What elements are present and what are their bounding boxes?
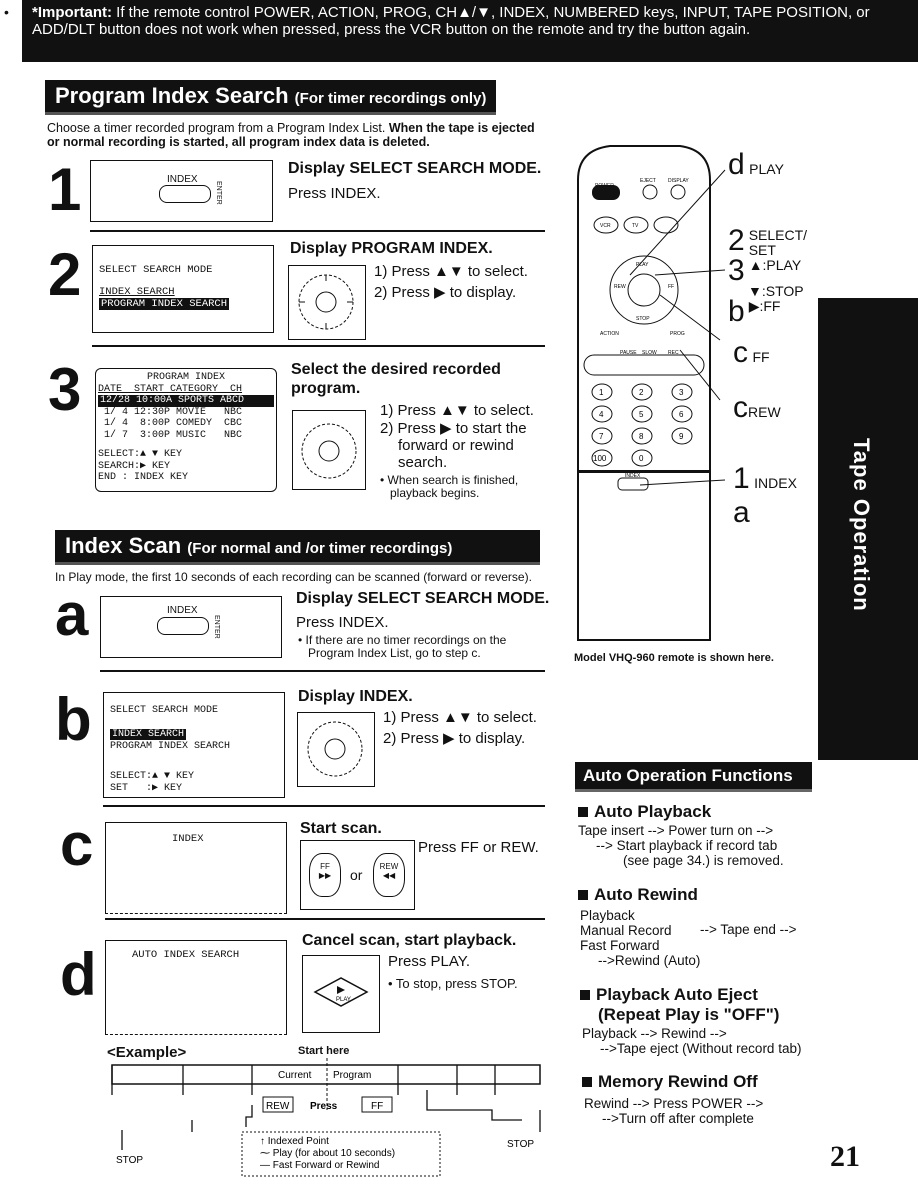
direction-pad-icon	[297, 712, 375, 787]
svg-text:REW: REW	[266, 1101, 290, 1112]
step-text: Press FF or REW.	[418, 839, 539, 856]
step-text: Press INDEX.	[296, 614, 389, 631]
auto-index-search-screen: AUTO INDEX SEARCH	[105, 940, 287, 1035]
index-key-icon	[157, 617, 209, 635]
step-number: b	[55, 686, 92, 753]
auto-rewind-result: --> Tape end -->	[700, 922, 797, 937]
program-row[interactable]: 1/ 4 8:00P COMEDY CBC	[98, 418, 274, 430]
step-number: a	[55, 581, 89, 648]
step-instructions: 1) Press ▲▼ to select. 2) Press ▶ to disp…	[383, 709, 537, 747]
step-title: Display SELECT SEARCH MODE.	[296, 590, 550, 607]
program-index-heading: Program Index Search (For timer recordin…	[45, 80, 497, 115]
index-scan-intro: In Play mode, the first 10 seconds of ea…	[55, 570, 532, 584]
step-number: 2	[48, 241, 82, 308]
step-number: d	[60, 941, 97, 1008]
svg-text:STOP: STOP	[507, 1139, 534, 1150]
step-number: 1	[48, 156, 82, 223]
callout-a: a	[733, 496, 750, 529]
program-row[interactable]: 1/ 4 12:30P MOVIE NBC	[98, 407, 274, 419]
step-instructions: 1) Press ▲▼ to select. 2) Press ▶ to disp…	[374, 263, 528, 301]
program-label: Program	[333, 1070, 371, 1081]
remote-caption: Model VHQ-960 remote is shown here.	[574, 652, 774, 664]
svg-text:↑ Indexed Point: ↑ Indexed Point	[260, 1136, 329, 1147]
section-tab: Tape Operation	[818, 298, 918, 760]
svg-text:FF: FF	[371, 1101, 383, 1112]
auto-playback-text: Tape insert --> Power turn on --> --> Sta…	[578, 823, 784, 868]
program-index-screen: PROGRAM INDEX DATE START CATEGORY CH 12/…	[95, 368, 277, 492]
program-row[interactable]: 1/ 7 3:00P MUSIC NBC	[98, 430, 274, 442]
section-title: Memory Rewind Off	[582, 1072, 758, 1092]
step-note: • To stop, press STOP.	[388, 976, 518, 991]
step-note: • When search is finished, playback begi…	[380, 473, 519, 500]
step-title: Display INDEX.	[298, 688, 413, 705]
divider	[105, 918, 545, 920]
callout-lines	[629, 169, 726, 486]
divider	[90, 230, 545, 232]
callout-1-index: 1 INDEX	[733, 462, 797, 495]
index-key-icon	[159, 185, 211, 203]
important-label: *Important:	[32, 4, 112, 21]
callout-2-3-b: 2 SELECT/ SET 3 ▲:PLAY ▼:STOP b ▶:FF	[728, 224, 808, 328]
current-label: Current	[278, 1070, 312, 1081]
step-number: c	[60, 811, 94, 878]
auto-ops-heading: Auto Operation Functions	[575, 762, 812, 792]
svg-text:STOP: STOP	[116, 1155, 143, 1166]
callout-c-ff: c FF	[733, 336, 770, 369]
callout-c-rew: cREW	[733, 391, 781, 424]
select-search-mode-screen: SELECT SEARCH MODE INDEX SEARCH PROGRAM …	[103, 692, 285, 798]
divider	[103, 805, 545, 807]
svg-text:— Fast Forward or Rewind: — Fast Forward or Rewind	[260, 1160, 379, 1171]
bullet: •	[4, 4, 9, 20]
step-text: Press INDEX.	[288, 185, 381, 202]
ff-rew-buttons-diagram: FF ▶▶ or REW ◀◀	[300, 840, 415, 910]
step-title: Start scan.	[300, 820, 382, 837]
ff-button-icon: FF ▶▶	[309, 853, 341, 897]
index-scan-heading: Index Scan (For normal and /or timer rec…	[55, 530, 540, 565]
section-title: Auto Playback	[578, 802, 711, 822]
divider	[100, 670, 545, 672]
index-screen: INDEX	[105, 822, 287, 914]
step-title: Display PROGRAM INDEX.	[290, 240, 493, 257]
step-text: Press PLAY.	[388, 953, 470, 970]
step-title: Select the desired recorded program.	[291, 361, 501, 397]
index-scan-example-diagram: Current Program REW Press FF STOP STOP ↑…	[111, 1058, 541, 1177]
svg-text:⁓ Play (for about 10 seconds): ⁓ Play (for about 10 seconds)	[260, 1148, 395, 1159]
step-title: Cancel scan, start playback.	[302, 932, 517, 949]
selected-program-row[interactable]: 12/28 10:00A SPORTS ABCD	[98, 395, 274, 407]
svg-text:Press: Press	[310, 1101, 338, 1112]
auto-eject-text: Playback --> Rewind --> -->Tape eject (Wi…	[582, 1026, 802, 1056]
svg-text:PLAY: PLAY	[336, 997, 351, 1003]
important-notice: *Important: If the remote control POWER,…	[22, 0, 918, 62]
play-button-diagram: PLAY	[302, 955, 380, 1033]
auto-rewind-text: Playback Manual Record Fast Forward -->Rewi…	[580, 908, 701, 968]
section-title: Playback Auto Eject (Repeat Play is "OFF…	[580, 985, 810, 1025]
direction-pad-icon	[292, 410, 366, 490]
index-button-diagram: INDEX ENTER	[100, 596, 282, 658]
important-text: If the remote control POWER, ACTION, PRO…	[32, 4, 870, 38]
program-index-intro: Choose a timer recorded program from a P…	[47, 121, 535, 149]
callout-d-play: d PLAY	[728, 148, 784, 181]
rew-button-icon: REW ◀◀	[373, 853, 405, 897]
step-note: • If there are no timer recordings on th…	[298, 633, 507, 660]
index-button-diagram: INDEX ENTER	[90, 160, 273, 222]
page-number: 21	[830, 1140, 860, 1173]
step-number: 3	[48, 356, 82, 423]
step-title: Display SELECT SEARCH MODE.	[288, 160, 542, 177]
select-search-mode-screen: SELECT SEARCH MODE INDEX SEARCH PROGRAM …	[92, 245, 274, 333]
section-title: Auto Rewind	[578, 885, 698, 905]
step-instructions: 1) Press ▲▼ to select. 2) Press ▶ to star…	[380, 402, 534, 471]
direction-pad-icon	[288, 265, 366, 340]
memory-rewind-text: Rewind --> Press POWER --> -->Turn off af…	[584, 1096, 764, 1126]
divider	[92, 345, 545, 347]
